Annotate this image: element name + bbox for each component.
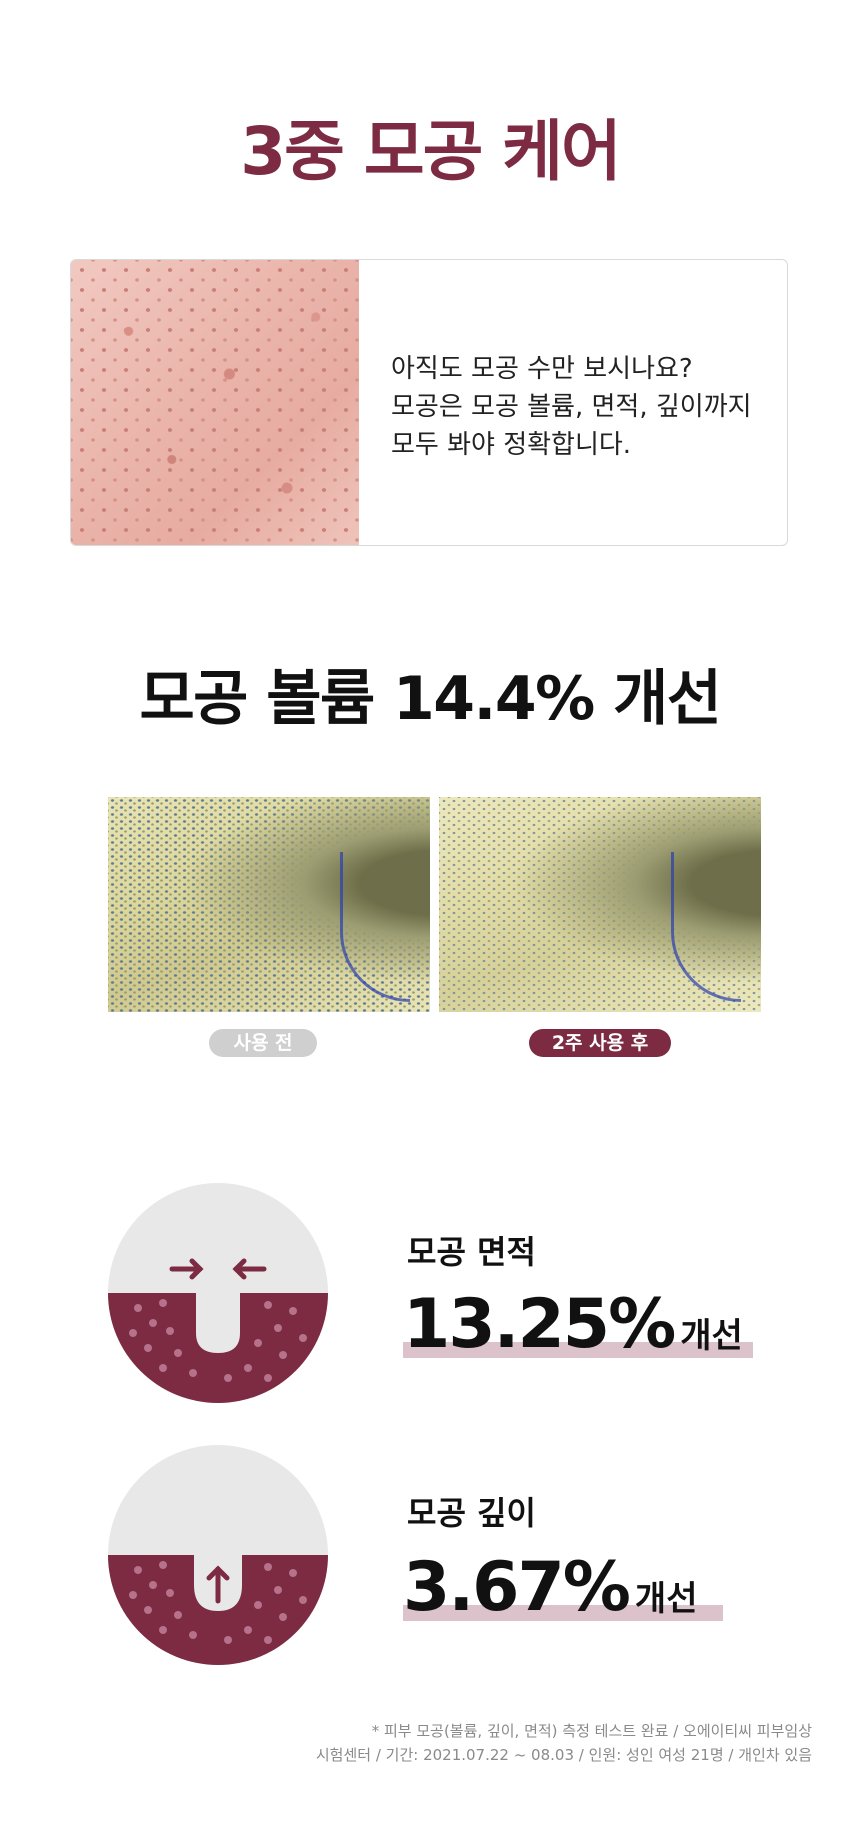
pore-area-stat: 13.25% 개선 (403, 1285, 753, 1364)
pore-depth-unit: 개선 (634, 1579, 698, 1619)
after-label-badge: 2주 사용 후 (529, 1029, 671, 1057)
after-skin-image (439, 797, 761, 1012)
pore-area-value: 13.25% (403, 1285, 676, 1364)
intro-line: 아직도 모공 수만 보시나요? (391, 354, 693, 384)
clinical-test-footnote: * 피부 모공(볼륨, 깊이, 면적) 측정 테스트 완료 / 오에이티씨 피부… (316, 1719, 812, 1767)
before-label-badge: 사용 전 (209, 1029, 317, 1057)
pore-depth-value: 3.67% (403, 1548, 631, 1627)
intro-text: 아직도 모공 수만 보시나요? 모공은 모공 볼륨, 면적, 깊이까지 모두 봐… (391, 350, 771, 464)
footnote-line: * 피부 모공(볼륨, 깊이, 면적) 측정 테스트 완료 / 오에이티씨 피부… (371, 1722, 812, 1740)
intro-line: 모공은 모공 볼륨, 면적, 깊이까지 (391, 392, 752, 422)
pore-volume-headline: 모공 볼륨 14.4% 개선 (139, 664, 722, 734)
footnote-line: 시험센터 / 기간: 2021.07.22 ~ 08.03 / 인원: 성인 여… (315, 1746, 812, 1764)
skin-pore-closeup-image (71, 260, 359, 545)
pore-depth-label: 모공 깊이 (407, 1494, 536, 1532)
intro-line: 모두 봐야 정확합니다. (391, 430, 632, 460)
pore-area-unit: 개선 (680, 1316, 743, 1356)
page-title: 3중 모공 케어 (240, 113, 621, 190)
pore-lift-icon (108, 1445, 328, 1665)
pore-area-label: 모공 면적 (407, 1233, 536, 1271)
pore-shrink-icon (108, 1183, 328, 1403)
before-skin-image (108, 797, 430, 1012)
intro-card: 아직도 모공 수만 보시나요? 모공은 모공 볼륨, 면적, 깊이까지 모두 봐… (70, 259, 788, 546)
pore-depth-stat: 3.67% 개선 (403, 1548, 723, 1627)
